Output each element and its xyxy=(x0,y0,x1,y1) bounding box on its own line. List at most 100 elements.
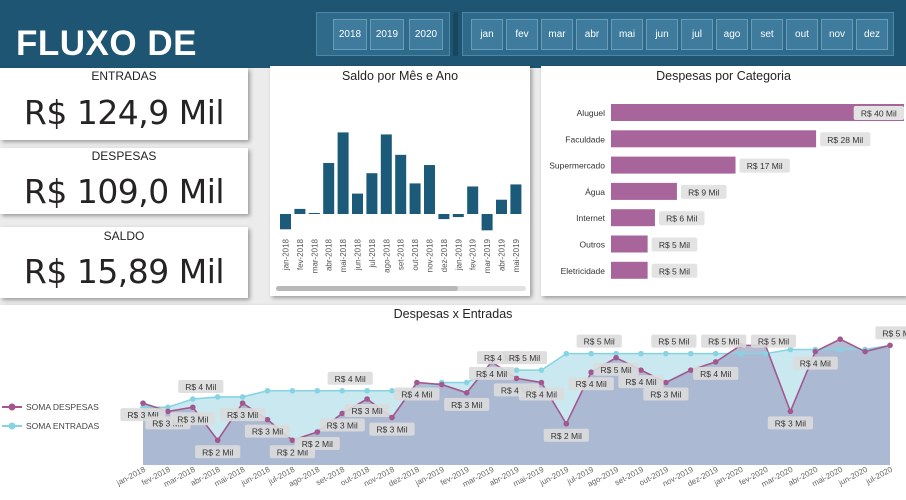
despesas-point xyxy=(563,420,570,427)
month-button-mar[interactable]: mar xyxy=(541,19,573,50)
saldo-bar xyxy=(352,193,363,214)
despesas-data-label: R$ 3 Mil xyxy=(177,414,208,424)
kpi-label-saldo: SALDO xyxy=(103,229,145,243)
entradas-point xyxy=(563,350,570,357)
entradas-point xyxy=(712,350,719,357)
saldo-axis-label: abr-2019 xyxy=(498,238,507,271)
saldo-axis-label: mar-2019 xyxy=(483,238,492,273)
category-label: Faculdade xyxy=(565,134,605,144)
despesas-point xyxy=(688,367,694,373)
saldo-axis-label: abr-2018 xyxy=(325,238,334,271)
entradas-point xyxy=(837,346,843,353)
legend-despesas-marker xyxy=(8,403,16,411)
despesas-data-label: R$ 2 Mil xyxy=(551,431,582,441)
month-button-mai[interactable]: mai xyxy=(611,19,643,50)
despesas-data-label: R$ 4 Mil xyxy=(625,377,656,387)
entradas-point xyxy=(737,350,744,357)
saldo-axis-label: mai-2018 xyxy=(339,238,348,272)
saldo-bar xyxy=(438,214,450,220)
category-label: Internet xyxy=(576,213,605,223)
categoria-chart: Aluguel R$ 40 Mil Faculdade R$ 28 Mil Superm… xyxy=(549,104,904,279)
despesas-point xyxy=(837,336,843,342)
year-button-2019[interactable]: 2019 xyxy=(370,19,404,50)
month-button-set[interactable]: set xyxy=(751,19,783,50)
kpi-card-despesas: DESPESAS R$ 109,0 Mil xyxy=(0,148,248,214)
entradas-point xyxy=(264,387,271,394)
month-button-jul[interactable]: jul xyxy=(681,19,713,50)
title-box: FLUXO DE CAIXA xyxy=(4,8,294,103)
despesas-data-label: R$ 4 Mil xyxy=(401,390,432,400)
entradas-data-label: R$ 5 Mil xyxy=(882,328,906,338)
saldo-bar xyxy=(308,212,320,214)
despesas-data-label: R$ 5 Mil xyxy=(601,365,632,375)
entradas-data-label: R$ 4 Mil xyxy=(335,374,366,384)
year-button-2020[interactable]: 2020 xyxy=(409,19,443,50)
category-data-label: R$ 5 Mil xyxy=(659,266,690,276)
month-button-fev[interactable]: fev xyxy=(506,19,538,50)
entradas-point xyxy=(214,394,221,400)
kpi-card-saldo: SALDO R$ 15,89 Mil xyxy=(0,227,248,298)
month-button-dez[interactable]: dez xyxy=(856,19,888,50)
saldo-axis-label: fev-2019 xyxy=(469,238,478,270)
despesas-data-label: R$ 2 Mil xyxy=(302,439,333,449)
kpi-value-despesas: R$ 109,0 Mil xyxy=(23,172,225,211)
despesas-point xyxy=(389,414,395,421)
entradas-point xyxy=(762,350,769,357)
month-button-jan[interactable]: jan xyxy=(471,19,503,50)
despesas-data-label: R$ 4 Mil xyxy=(526,390,557,400)
despesas-point xyxy=(140,400,146,406)
entradas-data-label: R$ 5 Mil xyxy=(584,337,615,347)
saldo-bar xyxy=(294,208,306,214)
saldo-axis-label: set-2018 xyxy=(397,238,406,270)
saldo-axis-label: mar-2018 xyxy=(310,238,319,273)
legend-entradas-label: SOMA ENTRADAS xyxy=(26,421,100,431)
despesas-point xyxy=(364,396,370,402)
entradas-data-label: R$ 5 Mil xyxy=(708,337,739,347)
saldo-axis-label: out-2018 xyxy=(411,238,420,270)
entradas-point xyxy=(663,350,669,357)
saldo-bar xyxy=(280,214,291,230)
despesas-point xyxy=(214,437,221,444)
entradas-data-label: R$ 5 Mil xyxy=(658,337,689,347)
month-button-abr[interactable]: abr xyxy=(576,19,608,50)
despesas-data-label: R$ 3 Mil xyxy=(775,418,806,428)
despesas-point xyxy=(638,367,644,373)
month-button-jun[interactable]: jun xyxy=(646,19,678,50)
category-label: Aluguel xyxy=(577,108,605,118)
saldo-axis-label: nov-2018 xyxy=(426,238,435,272)
category-bar xyxy=(611,209,655,227)
saldo-axis-label: jul-2018 xyxy=(368,238,377,268)
despesas-point xyxy=(264,416,271,423)
saldo-axis-label: jan-2019 xyxy=(454,238,463,271)
despesas-entradas-card: Despesas x Entradas R$ 3 Mil R$ 3 Mil R$ 3… xyxy=(0,305,906,500)
category-data-label: R$ 6 Mil xyxy=(666,214,697,224)
saldo-bar xyxy=(380,134,392,214)
despesas-point xyxy=(712,359,719,365)
entradas-point xyxy=(538,367,545,373)
entradas-point xyxy=(513,367,520,373)
saldo-axis-label: jan-2018 xyxy=(282,238,291,271)
despesas-point xyxy=(463,390,470,396)
despesas-point xyxy=(663,379,669,386)
despesas-data-label: R$ 3 Mil xyxy=(227,410,258,420)
category-data-label: R$ 17 Mil xyxy=(747,161,783,171)
despesas-point xyxy=(862,348,868,355)
month-slicer: jan fev mar abr mai jun jul ago set out … xyxy=(462,12,894,56)
month-button-nov[interactable]: nov xyxy=(821,19,853,50)
month-button-out[interactable]: out xyxy=(786,19,818,50)
entradas-data-label: R$ 4 Mil xyxy=(185,382,216,392)
saldo-bar xyxy=(481,214,493,231)
kpi-value-entradas: R$ 124,9 Mil xyxy=(23,93,225,132)
entradas-point xyxy=(364,387,370,394)
despesas-point xyxy=(538,379,545,386)
entradas-point xyxy=(463,379,470,386)
despesas-point xyxy=(314,429,321,435)
despesas-data-label: R$ 3 Mil xyxy=(252,427,283,437)
entradas-point xyxy=(638,350,644,357)
month-button-ago[interactable]: ago xyxy=(716,19,748,50)
kpi-value-saldo: R$ 15,89 Mil xyxy=(23,252,225,291)
despesas-entradas-chart: R$ 3 Mil R$ 3 Mil R$ 3 Mil R$ 2 Mil R$ 3 Mil… xyxy=(2,326,906,489)
year-button-2018[interactable]: 2018 xyxy=(333,19,367,50)
saldo-bar xyxy=(395,154,407,214)
category-bar xyxy=(611,156,736,174)
